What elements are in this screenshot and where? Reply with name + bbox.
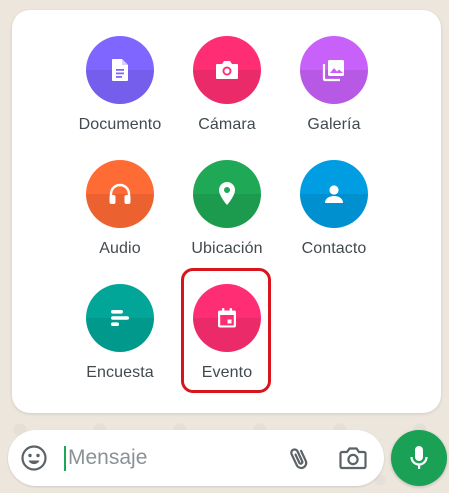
attach-option-galeria[interactable]: Galería: [274, 36, 394, 134]
camera-icon[interactable]: [338, 444, 368, 472]
attach-option-camara[interactable]: Cámara: [167, 36, 287, 134]
location-pin-icon: [219, 182, 235, 205]
audio-circle[interactable]: [86, 160, 154, 228]
ubicacion-circle[interactable]: [193, 160, 261, 228]
headphones-icon: [109, 183, 131, 204]
message-input[interactable]: [68, 444, 268, 472]
ubicacion-label: Ubicación: [191, 240, 263, 257]
message-composer: [8, 430, 384, 486]
microphone-button[interactable]: [391, 430, 447, 486]
documento-circle[interactable]: [86, 36, 154, 104]
encuesta-circle[interactable]: [86, 284, 154, 352]
calendar-icon: [218, 308, 236, 328]
camara-circle[interactable]: [193, 36, 261, 104]
document-icon: [112, 59, 128, 81]
contact-person-icon: [325, 185, 343, 203]
encuesta-label: Encuesta: [86, 364, 154, 381]
audio-label: Audio: [99, 240, 141, 257]
attach-option-ubicacion[interactable]: Ubicación: [167, 160, 287, 258]
attach-option-contacto[interactable]: Contacto: [274, 160, 394, 258]
camera-icon: [216, 61, 238, 79]
galeria-label: Galería: [307, 116, 361, 133]
poll-icon: [111, 310, 129, 326]
galeria-circle[interactable]: [300, 36, 368, 104]
attach-option-documento[interactable]: Documento: [60, 36, 180, 134]
attach-option-audio[interactable]: Audio: [60, 160, 180, 258]
documento-label: Documento: [78, 116, 162, 133]
contacto-label: Contacto: [301, 240, 367, 257]
gallery-icon: [322, 60, 344, 82]
attach-option-encuesta[interactable]: Encuesta: [60, 284, 180, 382]
evento-highlight-box: [181, 268, 271, 393]
contacto-circle[interactable]: [300, 160, 368, 228]
emoji-icon[interactable]: [20, 444, 48, 472]
text-cursor: [64, 446, 66, 471]
microphone-icon: [410, 446, 428, 469]
camara-label: Cámara: [198, 116, 256, 133]
paperclip-icon[interactable]: [286, 444, 314, 472]
